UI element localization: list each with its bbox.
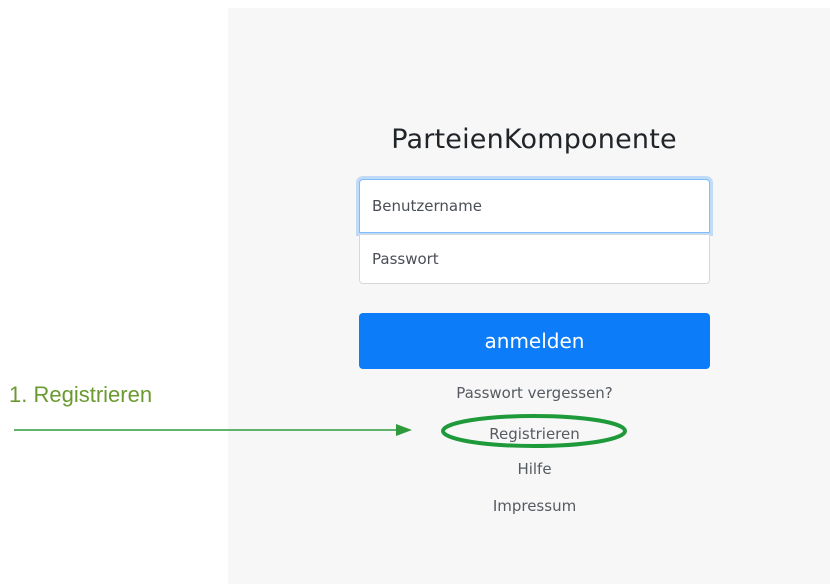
help-link[interactable]: Hilfe: [359, 460, 710, 478]
register-link[interactable]: Registrieren: [359, 425, 710, 443]
username-input[interactable]: [359, 179, 710, 233]
password-input[interactable]: [359, 234, 710, 284]
app-title: ParteienKomponente: [391, 124, 677, 155]
annotation-label: 1. Registrieren: [9, 382, 153, 407]
page: ParteienKomponente anmelden Passwort ver…: [0, 0, 830, 584]
imprint-link[interactable]: Impressum: [359, 497, 710, 515]
login-button[interactable]: anmelden: [359, 313, 710, 369]
forgot-password-link[interactable]: Passwort vergessen?: [359, 384, 710, 402]
